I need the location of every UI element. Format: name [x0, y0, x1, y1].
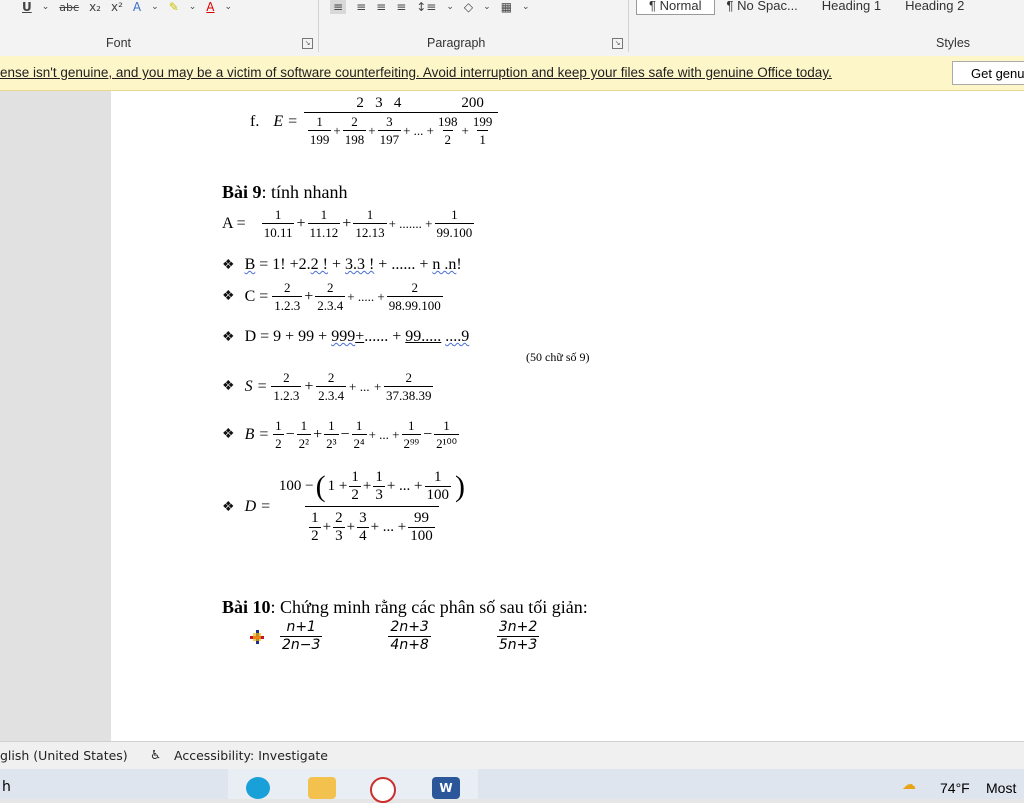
bullet-diamond-icon: ❖	[222, 499, 235, 515]
exercise-f: f. E = 2 3 4 200 1 199 + 2 198 + 3 197 + ... +…	[250, 96, 500, 147]
align-left-icon[interactable]: ≡	[330, 0, 347, 14]
weather-temp[interactable]: 74°F	[940, 780, 970, 796]
weather-icon: ☁	[902, 777, 916, 793]
align-right-icon[interactable]: ≡	[376, 0, 386, 14]
bullet-diamond-icon: ❖	[222, 427, 235, 442]
arrow-bullet-icon	[250, 629, 264, 644]
expr-d-nines: ❖ D = 9 + 99 + 999 +...... + 99..... ...…	[222, 328, 470, 345]
styles-group-label: Styles	[936, 36, 971, 50]
f-var: E =	[273, 112, 298, 130]
borders-icon[interactable]: ▦	[501, 0, 512, 14]
highlight-icon[interactable]: ✎	[169, 0, 179, 14]
paragraph-tools: ≡ ≡ ≡ ≡ ↕≡ ⌄ ◇ ⌄ ▦ ⌄	[330, 0, 540, 14]
page-margin-area	[0, 91, 111, 741]
font-color-icon[interactable]: A	[206, 0, 214, 14]
superscript-icon[interactable]: x²	[111, 0, 123, 14]
b-var: B	[244, 256, 256, 273]
edge-icon[interactable]	[246, 777, 270, 799]
file-explorer-icon[interactable]	[308, 777, 336, 799]
bai10-subtitle: : Chứng minh rằng các phân số sau tối gi…	[270, 597, 588, 617]
a-label: A =	[222, 214, 246, 232]
line-spacing-icon[interactable]: ↕≡	[416, 0, 436, 14]
font-tools: U ⌄ abc x₂ x² A ⌄ ✎ ⌄ A ⌄	[22, 0, 233, 14]
expr-d-big: ❖ D = 100 − ( 1 + 1 2 + 1 3 + ... + 1 100 ) 1…	[222, 469, 465, 544]
language-indicator[interactable]: glish (United States)	[0, 748, 128, 763]
f-num-b: 3	[375, 95, 383, 111]
bai10-fractions: n+1 2n−3 2n+3 4n+8 3n+2 5n+3	[250, 620, 541, 653]
bullet-diamond-icon: ❖	[222, 289, 235, 304]
f-label: f.	[250, 112, 260, 130]
f-num-c: 4	[393, 95, 402, 111]
expr-b-factorial: ❖ B = 1! +2. 2 ! + 3.3 ! + ...... + n .n!	[222, 256, 462, 273]
f-num-d: 200	[461, 95, 484, 111]
f-num-a: 2	[356, 95, 364, 111]
expr-b-powers: ❖ B = 1 2− 1 2² + 1 2³ − 1 2⁴ + ... + 1 2⁹⁹ − 1 2¹…	[222, 418, 459, 451]
style-heading-2[interactable]: Heading 2	[893, 0, 976, 14]
status-bar: glish (United States) ♿ Accessibility: I…	[0, 741, 1024, 770]
style-heading-1[interactable]: Heading 1	[810, 0, 893, 14]
weather-desc[interactable]: Most	[986, 780, 1016, 796]
paragraph-group-label: Paragraph	[427, 36, 486, 50]
bai10-heading: Bài 10: Chứng minh rằng các phân số sau …	[222, 597, 588, 618]
license-warning-bar: ense isn't genuine, and you may be a vic…	[0, 56, 1024, 91]
expr-c: ❖ C = 2 1.2.3 + 2 2.3.4 + ..... + 2 98.99.100	[222, 280, 443, 313]
f-fraction: 2 3 4 200 1 199 + 2 198 + 3 197 + ... + 198 2 + …	[303, 96, 499, 147]
taskbar: h W ☁ 74°F Most	[0, 769, 1024, 803]
zalo-icon[interactable]	[370, 777, 396, 803]
bai10-title: Bài 10	[222, 597, 271, 617]
align-center-icon[interactable]: ≡	[356, 0, 366, 14]
font-dialog-launcher-icon[interactable]: ↘	[302, 38, 313, 49]
taskbar-search-fragment[interactable]: h	[2, 779, 11, 795]
accessibility-status[interactable]: Accessibility: Investigate	[174, 748, 328, 763]
shading-icon[interactable]: ◇	[464, 0, 473, 14]
ribbon: U ⌄ abc x₂ x² A ⌄ ✎ ⌄ A ⌄ ≡ ≡ ≡ ≡ ↕≡ ⌄ ◇ ⌄ ▦ ⌄ …	[0, 0, 1024, 57]
subscript-icon[interactable]: x₂	[89, 0, 101, 14]
font-group-label: Font	[106, 36, 132, 50]
f-denominator: 1 199 + 2 198 + 3 197 + ... + 198 2 + 199 1	[303, 112, 499, 147]
text-effects-icon[interactable]: A	[133, 0, 141, 14]
d-note: (50 chữ số 9)	[526, 350, 590, 364]
bullet-diamond-icon: ❖	[222, 257, 235, 273]
expr-a: A = 1 10.11 + 1 11.12 + 1 12.13 + ....... + 19…	[222, 207, 475, 240]
word-icon[interactable]: W	[432, 777, 460, 799]
style-normal[interactable]: ¶ Normal	[636, 0, 715, 15]
get-genuine-button[interactable]: Get genu	[952, 61, 1024, 85]
underline-icon[interactable]: U	[22, 0, 32, 14]
strikethrough-icon[interactable]: abc	[59, 1, 79, 14]
expr-s: ❖ S = 2 1.2.3 + 2 2.3.4 + ... + 2 37.38.39	[222, 370, 434, 403]
justify-icon[interactable]: ≡	[396, 0, 406, 14]
f-numerator: 2 3 4 200	[316, 96, 486, 112]
paragraph-dialog-launcher-icon[interactable]: ↘	[612, 38, 623, 49]
bai9-title: Bài 9	[222, 182, 262, 202]
style-no-spacing[interactable]: ¶ No Spac...	[715, 0, 810, 14]
bai9-subtitle: : tính nhanh	[261, 182, 348, 202]
bai9-heading: Bài 9: tính nhanh	[222, 182, 348, 203]
bullet-diamond-icon: ❖	[222, 329, 235, 345]
bullet-diamond-icon: ❖	[222, 379, 235, 394]
accessibility-icon[interactable]: ♿	[150, 747, 161, 762]
license-warning-message[interactable]: ense isn't genuine, and you may be a vic…	[0, 65, 832, 80]
styles-gallery: ¶ Normal ¶ No Spac... Heading 1 Heading …	[636, 0, 976, 16]
